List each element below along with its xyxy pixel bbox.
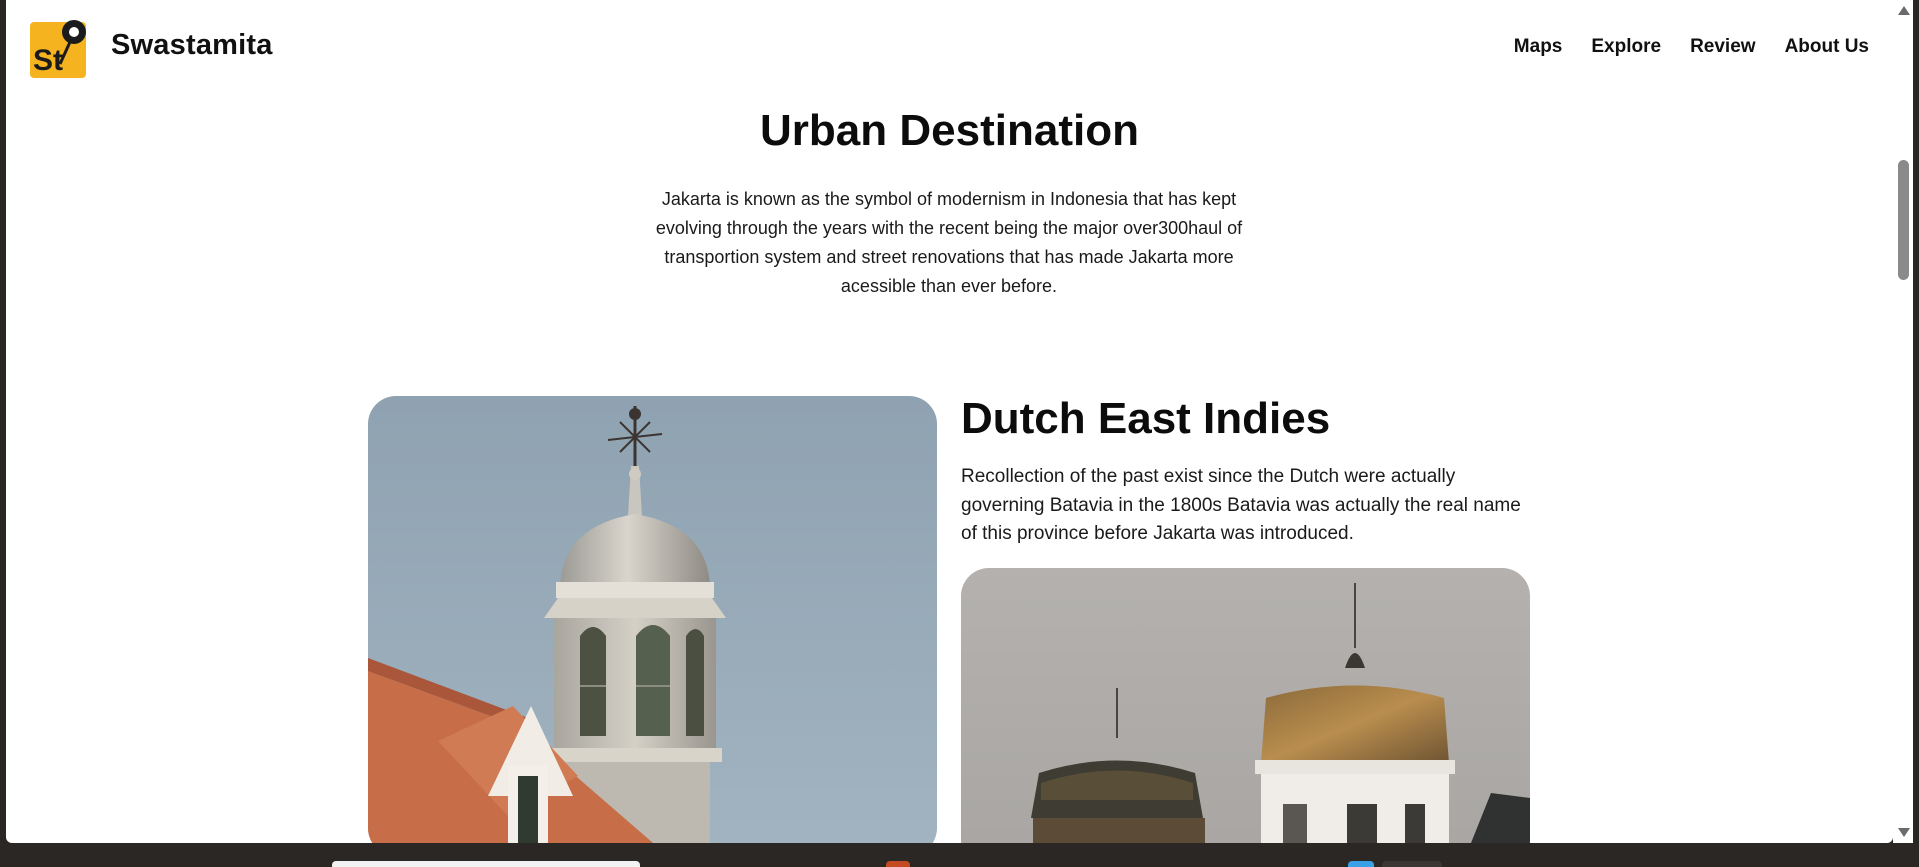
page-scrollbar[interactable] xyxy=(1893,0,1913,843)
feature-description: Recollection of the past exist since the… xyxy=(961,466,1521,544)
nav-about-us[interactable]: About Us xyxy=(1785,36,1869,58)
site-header: St Swastamita Maps Explore Review About … xyxy=(6,0,1893,100)
svg-text:St: St xyxy=(33,44,63,77)
nav-review[interactable]: Review xyxy=(1690,36,1755,58)
section-title: Urban Destination xyxy=(760,106,1139,155)
taskbar-search[interactable] xyxy=(332,861,640,867)
scroll-up-icon[interactable] xyxy=(1898,6,1910,15)
logo-icon: St xyxy=(30,20,86,78)
taskbar-app-icon[interactable] xyxy=(1382,861,1442,867)
browser-viewport: St Swastamita Maps Explore Review About … xyxy=(6,0,1893,843)
nav-maps[interactable]: Maps xyxy=(1514,36,1563,58)
main-nav: Maps Explore Review About Us xyxy=(1514,36,1869,58)
window-edge xyxy=(1913,0,1919,843)
feature-title: Dutch East Indies xyxy=(961,394,1331,443)
taskbar-app-icon[interactable] xyxy=(1348,861,1374,867)
tower-photo xyxy=(368,396,937,843)
os-taskbar xyxy=(0,843,1919,864)
taskbar-app-icon[interactable] xyxy=(886,861,910,867)
scroll-down-icon[interactable] xyxy=(1898,828,1910,837)
brand-name[interactable]: Swastamita xyxy=(111,29,273,62)
section-description: Jakarta is known as the symbol of modern… xyxy=(655,189,1243,296)
site-logo[interactable]: St xyxy=(30,18,88,78)
buildings-photo xyxy=(961,568,1530,843)
scroll-thumb[interactable] xyxy=(1898,160,1909,280)
nav-explore[interactable]: Explore xyxy=(1591,36,1661,58)
